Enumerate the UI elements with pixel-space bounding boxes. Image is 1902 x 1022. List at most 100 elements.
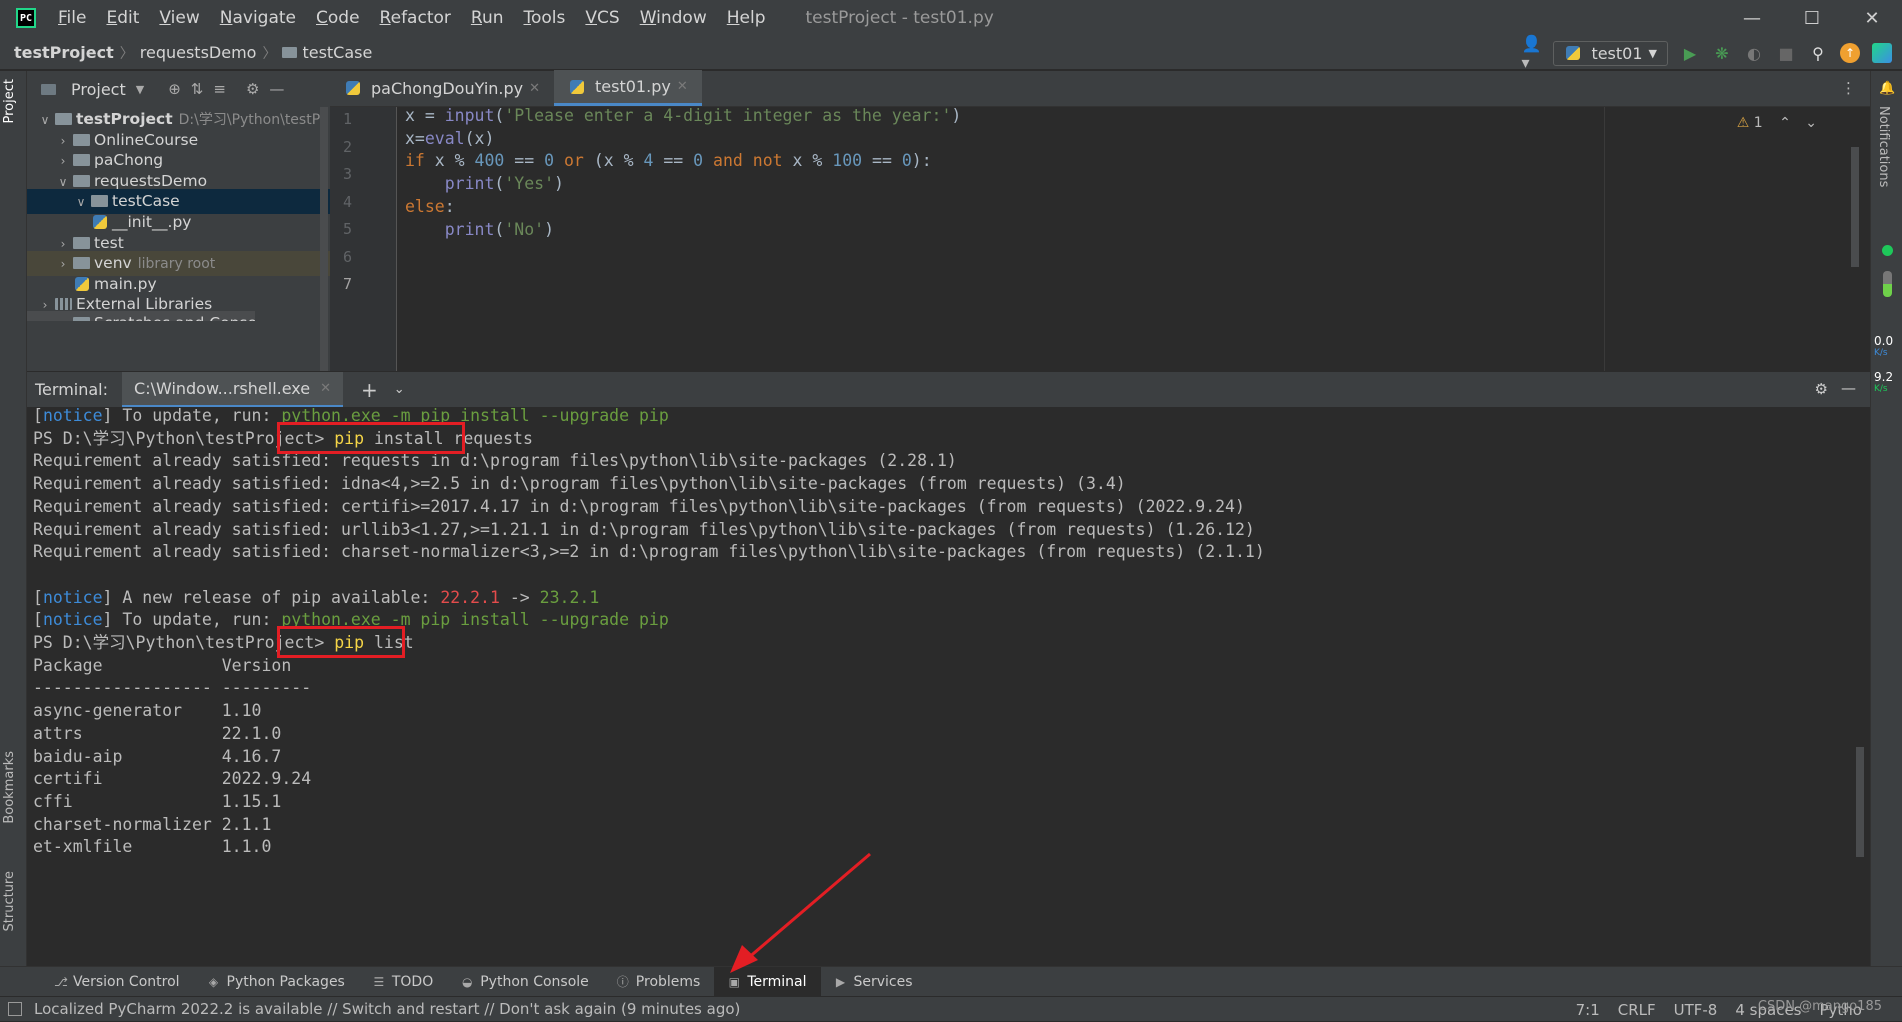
notifications-bell-icon[interactable]: 🔔 — [1879, 81, 1895, 96]
debug-icon[interactable]: ❋ — [1712, 43, 1732, 63]
menu-mnemonic: R — [470, 8, 482, 28]
coverage-icon[interactable]: ◐ — [1744, 43, 1764, 63]
python-file-icon — [93, 215, 107, 229]
library-icon — [55, 298, 72, 311]
menu-item-refactor[interactable]: Refactor — [370, 8, 461, 28]
folder-icon — [55, 113, 72, 125]
menu-item-file[interactable]: File — [48, 8, 96, 28]
menu-label: elp — [739, 8, 766, 28]
project-panel-title[interactable]: Project — [71, 80, 126, 99]
terminal-output[interactable]: [notice] To update, run: python.exe -m p… — [27, 406, 1870, 966]
warning-icon: ⚠ — [1736, 115, 1750, 131]
menu-item-window[interactable]: Window — [630, 8, 717, 28]
expand-all-icon[interactable]: ⇅ — [191, 80, 204, 98]
folder-icon — [73, 133, 90, 146]
menu-item-navigate[interactable]: Navigate — [210, 8, 306, 28]
next-highlight-icon[interactable]: ⌄ — [1805, 115, 1817, 131]
close-tab-icon[interactable]: ✕ — [320, 381, 331, 396]
more-options-icon[interactable]: ⋮ — [1841, 79, 1856, 97]
tool-tab-version-control[interactable]: ⎇ Version Control — [40, 967, 194, 997]
jetbrains-icon[interactable] — [1872, 43, 1892, 63]
menu-item-vcs[interactable]: VCS — [575, 8, 629, 28]
tool-tab-todo[interactable]: ☰ TODO — [359, 967, 447, 997]
breadcrumb-project[interactable]: testProject — [14, 43, 114, 62]
chevron-down-icon[interactable]: ▼ — [136, 83, 144, 96]
folder-icon — [73, 174, 90, 187]
menu-item-run[interactable]: Run — [461, 8, 514, 28]
menu-item-tools[interactable]: Tools — [514, 8, 576, 28]
line-number: 4 — [342, 192, 352, 211]
close-window-button[interactable]: ✕ — [1842, 0, 1902, 36]
python-file-icon — [346, 81, 360, 95]
user-icon[interactable]: 👤▾ — [1521, 34, 1541, 72]
code-editor[interactable]: ⚠ 1 ⌃ ⌄ x = input('Please enter a 4-digi… — [397, 106, 1867, 371]
menu-item-edit[interactable]: Edit — [96, 8, 149, 28]
maximize-button[interactable]: ☐ — [1782, 0, 1842, 36]
menu-label: ode — [327, 8, 360, 28]
menu-item-help[interactable]: Help — [717, 8, 776, 28]
chevron-down-icon[interactable]: ⌄ — [394, 382, 405, 397]
notifications-tool-button[interactable]: Notifications — [1876, 106, 1891, 187]
file-encoding[interactable]: UTF-8 — [1674, 1001, 1718, 1019]
minimize-button[interactable]: — — [1722, 0, 1782, 36]
status-message[interactable]: Localized PyCharm 2022.2 is available //… — [34, 1000, 740, 1018]
terminal-scrollbar[interactable] — [1856, 747, 1864, 857]
line-separator[interactable]: CRLF — [1618, 1001, 1656, 1019]
bookmarks-tool-button[interactable]: Bookmarks — [2, 751, 17, 824]
new-terminal-icon[interactable]: + — [361, 378, 378, 402]
tree-item-label: venv — [94, 254, 132, 273]
locate-icon[interactable]: ⊕ — [168, 80, 181, 98]
editor-scrollbar[interactable] — [1851, 147, 1859, 267]
tool-tab-label: Python Packages — [226, 973, 345, 990]
update-icon[interactable]: ↑ — [1840, 43, 1860, 63]
gear-icon[interactable]: ⚙ — [246, 80, 259, 98]
structure-tool-button[interactable]: Structure — [2, 871, 17, 931]
line-number: 2 — [342, 137, 352, 156]
folder-icon — [73, 257, 90, 270]
tree-item-hint: D:\学习\Python\testPr — [178, 112, 326, 128]
tab-pachongdouyin[interactable]: paChongDouYin.py ✕ — [330, 70, 554, 106]
menu-label: un — [481, 8, 504, 28]
notice-tag: notice — [42, 610, 103, 630]
tool-tab-problems[interactable]: ⓘ Problems — [603, 967, 715, 997]
run-config-selector[interactable]: test01 ▼ — [1553, 40, 1668, 66]
status-toggle-icon[interactable] — [8, 1002, 22, 1016]
gear-icon[interactable]: ⚙ — [1815, 380, 1828, 398]
tool-tab-python-console[interactable]: ◒ Python Console — [447, 967, 603, 997]
tree-item[interactable]: › Scratches and Consoles — [27, 311, 255, 321]
breadcrumb-current[interactable]: testCase — [302, 43, 372, 62]
breadcrumb-folder[interactable]: requestsDemo — [140, 43, 257, 62]
menu-mnemonic: V — [585, 8, 598, 28]
net-up-unit: K/s — [1874, 348, 1888, 358]
close-tab-icon[interactable]: ✕ — [677, 79, 688, 94]
net-up-value: 0.0 — [1874, 334, 1894, 348]
tree-scrollbar[interactable] — [320, 107, 328, 371]
python-file-icon — [75, 276, 89, 291]
menu-item-code[interactable]: Code — [306, 8, 370, 28]
hide-icon[interactable]: — — [269, 80, 284, 98]
run-icon[interactable]: ▶ — [1680, 43, 1700, 63]
menu-item-view[interactable]: View — [149, 8, 209, 28]
inspection-widget[interactable]: ⚠ 1 ⌃ ⌄ — [1737, 115, 1817, 131]
net-speed-up: 0.0 K/s — [1874, 335, 1893, 359]
menu-mnemonic: C — [316, 8, 328, 28]
tool-tab-label: TODO — [391, 973, 434, 990]
notice-text: ] To update, run: — [102, 406, 282, 425]
hide-icon[interactable]: — — [1841, 379, 1856, 397]
collapse-all-icon[interactable]: ≡ — [213, 80, 226, 98]
tab-test01[interactable]: test01.py ✕ — [554, 70, 702, 106]
search-icon[interactable]: ⚲ — [1808, 43, 1828, 63]
version-arrow: -> — [499, 587, 540, 607]
bracket: [ — [33, 587, 43, 607]
caret-position[interactable]: 7:1 — [1576, 1001, 1600, 1019]
chevron-right-icon[interactable]: › — [55, 312, 71, 321]
packages-icon: ◈ — [208, 974, 219, 989]
stop-icon[interactable]: ■ — [1776, 43, 1796, 63]
menu-label: dit — [117, 8, 140, 28]
tool-tab-python-packages[interactable]: ◈ Python Packages — [194, 967, 359, 997]
close-tab-icon[interactable]: ✕ — [529, 81, 540, 96]
menu-label: CS — [597, 8, 620, 28]
notice-tag: notice — [42, 587, 103, 607]
prev-highlight-icon[interactable]: ⌃ — [1779, 115, 1791, 131]
project-tool-button[interactable]: Project — [2, 79, 17, 123]
